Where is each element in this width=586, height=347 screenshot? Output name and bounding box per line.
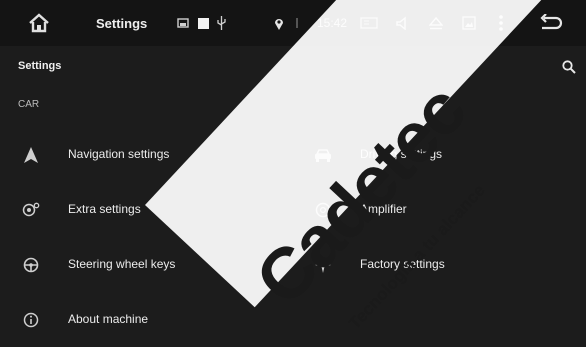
steering-wheel-keys-item[interactable]: Steering wheel keys	[20, 242, 280, 288]
amplifier-item[interactable]: Amplifier	[312, 187, 572, 233]
page-title: Settings	[18, 60, 62, 72]
menu-dots-icon[interactable]	[490, 0, 512, 46]
back-icon[interactable]	[535, 0, 567, 46]
usb-icon	[214, 0, 228, 46]
navigation-settings-item[interactable]: Navigation settings	[20, 132, 280, 178]
volume-icon[interactable]	[392, 0, 414, 46]
info-icon	[20, 309, 42, 331]
steering-wheel-keys-label: Steering wheel keys	[68, 257, 176, 271]
extra-settings-item[interactable]: Extra settings	[20, 187, 280, 233]
status-bar: Settings 15:42	[0, 0, 586, 46]
amplifier-label: Amplifier	[360, 202, 407, 216]
amplifier-icon	[312, 199, 334, 221]
about-machine-item[interactable]: About machine	[20, 297, 280, 343]
driving-settings-label: Driving settings	[360, 147, 443, 161]
signal-dot-icon	[292, 0, 302, 46]
navigation-icon	[20, 144, 42, 166]
navigation-settings-label: Navigation settings	[68, 147, 170, 161]
screenshot-icon[interactable]	[458, 0, 480, 46]
section-header-car: CAR	[18, 99, 40, 110]
steering-wheel-icon	[20, 254, 42, 276]
app-bar: Settings	[0, 46, 586, 86]
square-icon	[195, 0, 211, 46]
factory-settings-label: Factory settings	[360, 257, 445, 271]
factory-settings-item[interactable]: Factory settings	[312, 242, 572, 288]
extra-settings-icon	[20, 199, 42, 221]
search-icon[interactable]	[558, 56, 580, 78]
factory-icon	[312, 254, 334, 276]
location-icon	[272, 0, 286, 46]
home-icon[interactable]	[24, 0, 54, 46]
sd-card-icon	[175, 0, 191, 46]
extra-settings-label: Extra settings	[68, 202, 141, 216]
radio-icon[interactable]	[358, 0, 380, 46]
eject-icon[interactable]	[425, 0, 447, 46]
status-time: 15:42	[317, 16, 348, 30]
driving-settings-item[interactable]: Driving settings	[312, 132, 572, 178]
car-icon	[312, 144, 334, 166]
about-machine-label: About machine	[68, 312, 149, 326]
status-bar-title: Settings	[96, 15, 148, 31]
